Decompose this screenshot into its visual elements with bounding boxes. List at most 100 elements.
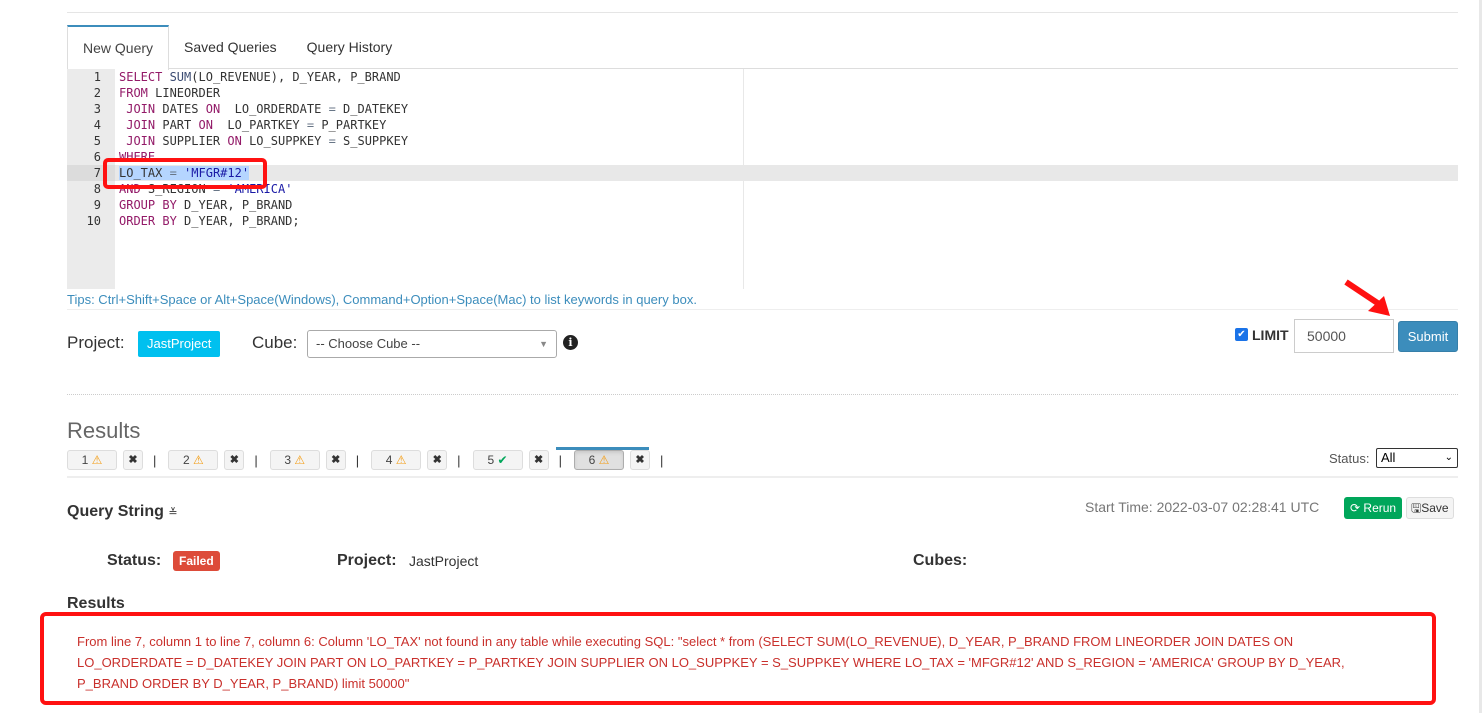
- tab-separator: |: [254, 452, 258, 468]
- save-label: Save: [1421, 501, 1449, 515]
- code-token: SUM: [169, 70, 192, 84]
- result-tab-label: 6: [588, 453, 599, 467]
- result-tab-2[interactable]: 2 ⚠: [168, 450, 219, 470]
- submit-button[interactable]: Submit: [1398, 321, 1458, 352]
- code-line[interactable]: AND S_REGION = 'AMERICA': [115, 181, 1458, 197]
- info-circle-icon[interactable]: i: [563, 335, 578, 350]
- close-icon[interactable]: ✖: [224, 450, 245, 470]
- code-token: JOIN: [126, 102, 163, 116]
- line-number: 4: [93, 118, 101, 132]
- code-line[interactable]: SELECT SUM(LO_REVENUE), D_YEAR, P_BRAND: [115, 69, 1458, 85]
- result-tab-label: 1: [81, 453, 92, 467]
- tab-query-history[interactable]: Query History: [292, 25, 408, 68]
- error-message: From line 7, column 1 to line 7, column …: [40, 612, 1436, 705]
- code-token: (LO_REVENUE), D_YEAR, P_BRAND: [191, 70, 401, 84]
- code-token: SUPPLIER: [162, 134, 228, 148]
- code-line[interactable]: WHERE: [115, 149, 1458, 165]
- limit-input[interactable]: 50000: [1294, 319, 1394, 353]
- code-line[interactable]: LO_TAX = 'MFGR#12': [115, 165, 1458, 181]
- close-icon[interactable]: ✖: [325, 450, 346, 470]
- divider: [67, 309, 1458, 310]
- tab-new-query[interactable]: New Query: [67, 25, 170, 70]
- close-icon[interactable]: ✖: [123, 450, 143, 470]
- warning-icon: ⚠: [294, 453, 306, 467]
- code-line[interactable]: GROUP BY D_YEAR, P_BRAND: [115, 197, 1458, 213]
- code-token: LINEORDER: [155, 86, 221, 100]
- project-detail-label: Project:: [337, 552, 397, 569]
- code-line[interactable]: FROM LINEORDER: [115, 85, 1458, 101]
- code-line[interactable]: JOIN SUPPLIER ON LO_SUPPKEY = S_SUPPKEY: [115, 133, 1458, 149]
- rerun-button[interactable]: ⟳ Rerun: [1344, 497, 1403, 519]
- limit-checkbox[interactable]: ✔: [1235, 328, 1248, 341]
- code-line[interactable]: JOIN PART ON LO_PARTKEY = P_PARTKEY: [115, 117, 1458, 133]
- code-token: PART: [162, 118, 199, 132]
- status-filter-label: Status:: [1329, 451, 1370, 466]
- save-button[interactable]: 🖫Save: [1406, 497, 1454, 519]
- status-badge: Failed: [173, 551, 220, 571]
- close-icon[interactable]: ✖: [528, 450, 549, 470]
- code-token: D_DATEKEY: [335, 102, 409, 116]
- code-line[interactable]: ORDER BY D_YEAR, P_BRAND;: [115, 213, 1458, 229]
- warning-icon: ⚠: [395, 453, 407, 467]
- line-number: 10: [86, 214, 101, 228]
- tab-separator: |: [659, 452, 664, 468]
- cube-select[interactable]: -- Choose Cube -- ▼: [307, 330, 557, 358]
- code-token: =: [328, 134, 336, 148]
- code-token: LO_PARTKEY: [220, 118, 307, 132]
- tab-saved-queries[interactable]: Saved Queries: [169, 25, 292, 68]
- tab-separator: |: [558, 452, 562, 468]
- result-tab-label: 3: [284, 453, 295, 467]
- result-tabs: 1 ⚠ ✖ | 2 ⚠ ✖ | 3 ⚠ ✖ | 4 ⚠ ✖ | 5 ✔ ✖ | 6 ⚠ ✖ |: [67, 450, 675, 470]
- rerun-label: Rerun: [1363, 501, 1397, 515]
- line-number: 3: [93, 102, 101, 116]
- line-number: 1: [93, 70, 101, 84]
- warning-icon: ⚠: [193, 453, 204, 467]
- code-token: S_SUPPKEY: [335, 134, 409, 148]
- code-token: D_YEAR, P_BRAND: [184, 198, 293, 212]
- caret-down-icon: ▼: [539, 339, 548, 349]
- divider: [67, 394, 1458, 395]
- code-area[interactable]: SELECT SUM(LO_REVENUE), D_YEAR, P_BRAND F…: [115, 69, 1458, 289]
- results-subheading: Results: [67, 595, 125, 612]
- result-tab-5[interactable]: 5 ✔: [472, 450, 523, 470]
- sql-editor[interactable]: 1 2 3 4 5 6 7 8 9 10 SELECT SUM(LO_REVENUE), D_YE…: [67, 69, 1458, 289]
- close-icon[interactable]: ✖: [427, 450, 448, 470]
- top-divider: [67, 12, 1458, 13]
- code-token: SELECT: [119, 70, 170, 84]
- status-filter-select[interactable]: All ⌄: [1376, 448, 1458, 468]
- code-line[interactable]: JOIN DATES ON LO_ORDERDATE = D_DATEKEY: [115, 101, 1458, 117]
- cube-label: Cube:: [252, 333, 298, 352]
- cube-select-value: -- Choose Cube --: [316, 336, 421, 351]
- project-badge[interactable]: JastProject: [138, 331, 221, 357]
- code-token: GROUP BY: [119, 198, 185, 212]
- close-icon[interactable]: ✖: [629, 450, 650, 470]
- result-tab-label: 4: [385, 453, 396, 467]
- code-token: LO_ORDERDATE: [227, 102, 329, 116]
- warning-icon: ⚠: [598, 453, 610, 467]
- print-margin: [743, 69, 744, 289]
- result-tab-4[interactable]: 4 ⚠: [371, 450, 422, 470]
- refresh-icon: ⟳: [1350, 501, 1361, 515]
- project-label: Project:: [67, 333, 125, 352]
- code-token: FROM: [119, 86, 156, 100]
- tab-separator: |: [355, 452, 360, 468]
- result-tab-3[interactable]: 3 ⚠: [269, 450, 320, 470]
- editor-tips: Tips: Ctrl+Shift+Space or Alt+Space(Wind…: [67, 292, 697, 307]
- result-tab-6[interactable]: 6 ⚠: [573, 450, 624, 470]
- code-token: JOIN: [126, 118, 163, 132]
- result-tab-1[interactable]: 1 ⚠: [67, 450, 117, 470]
- status-filter-value: All: [1381, 450, 1396, 465]
- code-token: LO_SUPPKEY: [249, 134, 329, 148]
- tab-separator: |: [153, 452, 157, 468]
- limit-label: LIMIT: [1252, 327, 1289, 343]
- cubes-label: Cubes:: [913, 552, 968, 569]
- results-heading: Results: [67, 418, 141, 443]
- code-token: =: [328, 102, 336, 116]
- annotation-arrow: [1344, 279, 1390, 316]
- code-token: DATES: [162, 102, 206, 116]
- result-tab-label: 5: [487, 453, 498, 467]
- line-number: 2: [93, 86, 101, 100]
- query-string-toggle[interactable]: Query String ≚: [67, 503, 178, 521]
- query-tabs: New Query Saved Queries Query History: [67, 25, 1458, 70]
- result-tab-label: 2: [183, 453, 194, 467]
